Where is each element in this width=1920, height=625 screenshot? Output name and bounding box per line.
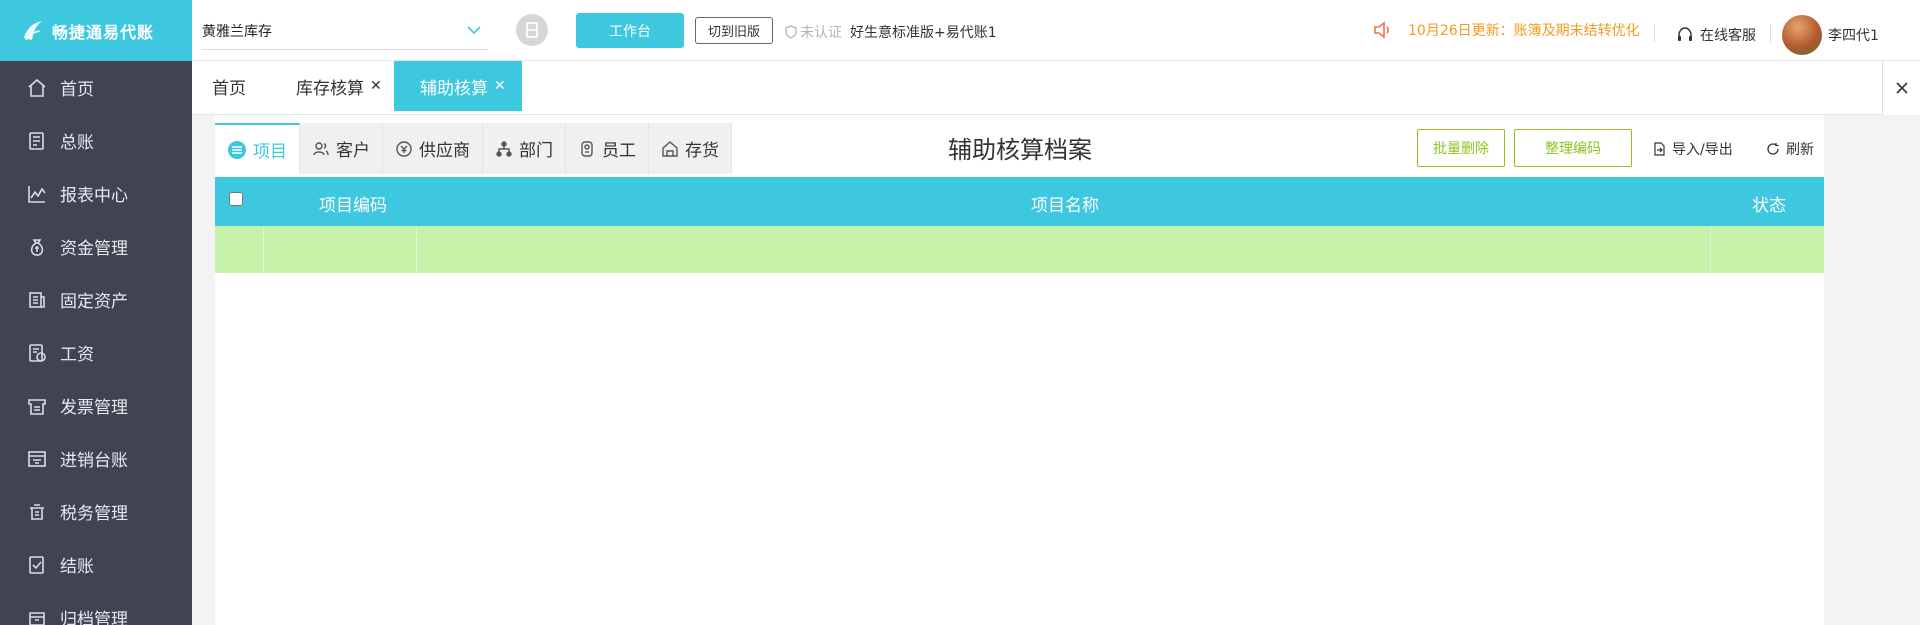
archive-icon — [26, 607, 48, 625]
chart-icon — [26, 183, 48, 205]
sidebar-item-label: 资金管理 — [60, 239, 128, 259]
shield-icon — [785, 25, 797, 39]
page-tabs: 首页 库存核算 ✕ 辅助核算 ✕ — [192, 61, 1920, 115]
home-icon — [26, 77, 48, 99]
sidebar-item-archive[interactable]: 归档管理 — [0, 591, 192, 625]
auxiliary-category-tabs: 项目 客户 供应商 部门 员工 存货 — [215, 123, 732, 174]
refresh-button[interactable]: 刷新 — [1766, 139, 1814, 159]
sidebar: 畅捷通易代账 首页 总账 报表中心 资金管理 固定资产 工资 发票管理 进销台账… — [0, 0, 192, 625]
batch-delete-button[interactable]: 批量删除 — [1417, 129, 1505, 167]
subtab-stock[interactable]: 存货 — [649, 123, 732, 174]
tab-auxiliary-accounting[interactable]: 辅助核算 ✕ — [394, 61, 522, 111]
close-icon[interactable]: ✕ — [494, 78, 506, 94]
invoice-icon — [26, 395, 48, 417]
sidebar-item-inventory-ledger[interactable]: 进销台账 — [0, 432, 192, 485]
sidebar-item-funds[interactable]: 资金管理 — [0, 220, 192, 273]
online-service[interactable]: 在线客服 — [1676, 25, 1756, 45]
sidebar-item-label: 归档管理 — [60, 610, 128, 625]
logo-icon — [24, 20, 42, 40]
unverified-badge[interactable]: 未认证 — [784, 22, 842, 42]
close-account-icon — [26, 554, 48, 576]
money-bag-icon — [26, 236, 48, 258]
user-name: 李四代1 — [1828, 28, 1879, 44]
close-all-tabs-button[interactable] — [1882, 61, 1920, 115]
stock-icon — [662, 140, 678, 157]
workbench-button[interactable]: 工作台 — [576, 13, 684, 48]
sidebar-item-salary[interactable]: 工资 — [0, 326, 192, 379]
sidebar-item-label: 首页 — [60, 80, 94, 100]
sidebar-item-label: 工资 — [60, 345, 94, 365]
table-cell-divider — [263, 226, 264, 273]
subtab-supplier[interactable]: 供应商 — [383, 123, 483, 174]
ledger-icon — [26, 130, 48, 152]
sidebar-item-closing[interactable]: 结账 — [0, 538, 192, 591]
company-select[interactable]: 黄雅兰库存 — [202, 12, 488, 50]
sidebar-item-label: 税务管理 — [60, 504, 128, 524]
sidebar-item-fixed-assets[interactable]: 固定资产 — [0, 273, 192, 326]
subtab-department[interactable]: 部门 — [483, 123, 566, 174]
divider — [1770, 24, 1771, 42]
salary-icon — [26, 342, 48, 364]
sidebar-item-label: 发票管理 — [60, 398, 128, 418]
organize-code-button[interactable]: 整理编码 — [1514, 129, 1632, 167]
sidebar-item-label: 进销台账 — [60, 451, 128, 471]
customer-icon — [313, 141, 329, 155]
company-name: 黄雅兰库存 — [202, 23, 272, 40]
tab-home[interactable]: 首页 — [212, 61, 246, 111]
subtab-employee[interactable]: 员工 — [566, 123, 649, 174]
chevron-down-icon — [467, 26, 481, 35]
table-cell-divider — [1710, 226, 1711, 273]
sidebar-item-invoices[interactable]: 发票管理 — [0, 379, 192, 432]
subtab-project[interactable]: 项目 — [215, 123, 300, 174]
sidebar-nav: 首页 总账 报表中心 资金管理 固定资产 工资 发票管理 进销台账 税务管理 结… — [0, 61, 192, 625]
employee-icon — [581, 140, 593, 157]
calendar-round-icon[interactable] — [516, 14, 548, 46]
table-header: 项目编码 项目名称 状态 — [215, 177, 1824, 226]
import-icon — [1654, 142, 1665, 156]
department-icon — [496, 140, 512, 157]
table-row[interactable] — [215, 226, 1824, 273]
tax-icon — [26, 501, 48, 523]
close-icon — [1895, 82, 1908, 94]
supplier-icon — [396, 140, 412, 157]
asset-icon — [26, 289, 48, 311]
page-title: 辅助核算档案 — [948, 136, 1092, 164]
sidebar-item-home[interactable]: 首页 — [0, 61, 192, 114]
sidebar-item-ledger[interactable]: 总账 — [0, 114, 192, 167]
column-header-name[interactable]: 项目名称 — [1031, 191, 1099, 216]
sidebar-item-reports[interactable]: 报表中心 — [0, 167, 192, 220]
table-cell-divider — [416, 226, 417, 273]
sidebar-item-tax[interactable]: 税务管理 — [0, 485, 192, 538]
switch-old-version-button[interactable]: 切到旧版 — [695, 17, 773, 44]
project-icon — [228, 140, 246, 159]
close-icon[interactable]: ✕ — [370, 78, 382, 94]
topbar: 黄雅兰库存 工作台 切到旧版 未认证 好生意标准版+易代账1 10月26日更新：… — [192, 0, 1920, 61]
column-header-status[interactable]: 状态 — [1752, 191, 1786, 216]
subtab-customer[interactable]: 客户 — [300, 123, 383, 174]
refresh-icon — [1767, 143, 1779, 155]
sidebar-item-label: 报表中心 — [60, 186, 128, 206]
main-content: 项目 客户 供应商 部门 员工 存货 辅助核算档案 批量删除 整理编码 导入/导… — [215, 115, 1824, 625]
update-notice[interactable]: 10月26日更新：账簿及期末结转优化 — [1372, 20, 1640, 40]
app-logo[interactable]: 畅捷通易代账 — [0, 0, 192, 61]
tab-inventory-accounting[interactable]: 库存核算 ✕ — [296, 61, 382, 111]
inventory-icon — [26, 448, 48, 470]
sidebar-item-label: 总账 — [60, 133, 94, 153]
import-export-button[interactable]: 导入/导出 — [1652, 139, 1733, 159]
sidebar-item-label: 结账 — [60, 557, 94, 577]
logo-text: 畅捷通易代账 — [52, 22, 155, 42]
sidebar-item-label: 固定资产 — [60, 292, 128, 312]
speaker-icon — [1374, 21, 1389, 39]
select-all-checkbox[interactable] — [229, 192, 243, 206]
headset-icon — [1678, 27, 1692, 41]
version-label: 好生意标准版+易代账1 — [850, 25, 997, 41]
divider — [1654, 24, 1655, 42]
certification-status: 未认证 好生意标准版+易代账1 — [784, 22, 997, 42]
user-menu[interactable]: 李四代1 — [1782, 15, 1879, 55]
column-header-code[interactable]: 项目编码 — [319, 191, 387, 216]
avatar[interactable] — [1782, 15, 1822, 55]
